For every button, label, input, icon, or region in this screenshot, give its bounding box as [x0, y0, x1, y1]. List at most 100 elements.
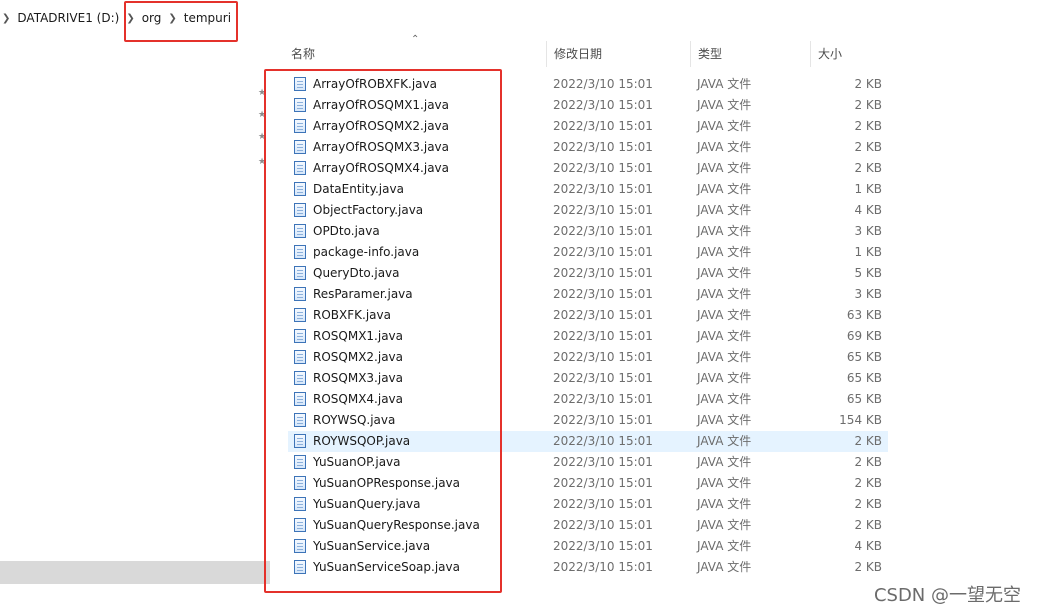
- file-modified-date: 2022/3/10 15:01: [553, 266, 653, 280]
- chevron-right-icon[interactable]: ❯: [161, 13, 183, 24]
- breadcrumb-drive[interactable]: DATADRIVE1 (D:): [17, 11, 119, 25]
- file-type: JAVA 文件: [697, 77, 752, 91]
- breadcrumb-folder-tempuri[interactable]: tempuri: [184, 11, 231, 25]
- chevron-right-icon[interactable]: ❯: [0, 13, 17, 24]
- file-modified-date: 2022/3/10 15:01: [553, 455, 653, 469]
- file-row[interactable]: ROSQMX1.java 2022/3/10 15:01 JAVA 文件 69 KB: [288, 326, 888, 347]
- file-row[interactable]: package-info.java 2022/3/10 15:01 JAVA 文件 1…: [288, 242, 888, 263]
- file-row[interactable]: YuSuanOP.java 2022/3/10 15:01 JAVA 文件 2 KB: [288, 452, 888, 473]
- file-row[interactable]: QueryDto.java 2022/3/10 15:01 JAVA 文件 5 KB: [288, 263, 888, 284]
- java-file-icon: [294, 266, 306, 280]
- file-row[interactable]: ArrayOfROBXFK.java 2022/3/10 15:01 JAVA 文件…: [288, 74, 888, 95]
- file-row[interactable]: YuSuanService.java 2022/3/10 15:01 JAVA 文件…: [288, 536, 888, 557]
- file-name: ROSQMX1.java: [313, 329, 404, 343]
- file-row[interactable]: ROSQMX2.java 2022/3/10 15:01 JAVA 文件 65 KB: [288, 347, 888, 368]
- column-header-type[interactable]: 类型: [690, 41, 810, 67]
- file-row[interactable]: ROSQMX4.java 2022/3/10 15:01 JAVA 文件 65 KB: [288, 389, 888, 410]
- navigation-pane[interactable]: ★ ★ ★ ★: [0, 36, 272, 615]
- file-row[interactable]: ArrayOfROSQMX2.java 2022/3/10 15:01 JAVA 文…: [288, 116, 888, 137]
- file-modified-date: 2022/3/10 15:01: [553, 308, 653, 322]
- java-file-icon: [294, 119, 306, 133]
- file-row[interactable]: YuSuanQueryResponse.java 2022/3/10 15:01 J…: [288, 515, 888, 536]
- java-file-icon: [294, 140, 306, 154]
- java-file-icon: [294, 203, 306, 217]
- file-name: ROYWSQOP.java: [313, 434, 411, 448]
- file-size: 63 KB: [846, 308, 882, 322]
- java-file-icon: [294, 371, 306, 385]
- file-row[interactable]: YuSuanOPResponse.java 2022/3/10 15:01 JAVA…: [288, 473, 888, 494]
- pin-icon: ★: [258, 110, 267, 120]
- java-file-icon: [294, 350, 306, 364]
- file-size: 2 KB: [854, 518, 882, 532]
- java-file-icon: [294, 497, 306, 511]
- file-modified-date: 2022/3/10 15:01: [553, 497, 653, 511]
- breadcrumb: ❯ DATADRIVE1 (D:) ❯ org ❯ tempuri: [0, 0, 1037, 36]
- file-type: JAVA 文件: [697, 266, 752, 280]
- file-name: OPDto.java: [313, 224, 380, 238]
- file-name: QueryDto.java: [313, 266, 400, 280]
- java-file-icon: [294, 392, 306, 406]
- file-type: JAVA 文件: [697, 413, 752, 427]
- file-modified-date: 2022/3/10 15:01: [553, 392, 653, 406]
- java-file-icon: [294, 245, 306, 259]
- file-type: JAVA 文件: [697, 350, 752, 364]
- file-name: ArrayOfROSQMX4.java: [313, 161, 450, 175]
- file-type: JAVA 文件: [697, 371, 752, 385]
- file-size: 2 KB: [854, 140, 882, 154]
- file-row[interactable]: ArrayOfROSQMX3.java 2022/3/10 15:01 JAVA 文…: [288, 137, 888, 158]
- file-type: JAVA 文件: [697, 224, 752, 238]
- file-modified-date: 2022/3/10 15:01: [553, 518, 653, 532]
- file-size: 1 KB: [854, 182, 882, 196]
- file-name: ResParamer.java: [313, 287, 413, 301]
- java-file-icon: [294, 539, 306, 553]
- java-file-icon: [294, 329, 306, 343]
- file-row[interactable]: ArrayOfROSQMX1.java 2022/3/10 15:01 JAVA 文…: [288, 95, 888, 116]
- java-file-icon: [294, 476, 306, 490]
- java-file-icon: [294, 308, 306, 322]
- nav-selected-item[interactable]: [0, 561, 270, 584]
- file-size: 2 KB: [854, 497, 882, 511]
- file-modified-date: 2022/3/10 15:01: [553, 329, 653, 343]
- file-name: ArrayOfROSQMX3.java: [313, 140, 450, 154]
- chevron-right-icon[interactable]: ❯: [119, 13, 141, 24]
- file-modified-date: 2022/3/10 15:01: [553, 350, 653, 364]
- file-row[interactable]: YuSuanServiceSoap.java 2022/3/10 15:01 JAV…: [288, 557, 888, 578]
- file-type: JAVA 文件: [697, 560, 752, 574]
- file-row[interactable]: ROYWSQ.java 2022/3/10 15:01 JAVA 文件 154 KB: [288, 410, 888, 431]
- pin-icon: ★: [258, 157, 267, 167]
- file-row[interactable]: DataEntity.java 2022/3/10 15:01 JAVA 文件 1 K…: [288, 179, 888, 200]
- column-header-size[interactable]: 大小: [810, 41, 890, 67]
- file-modified-date: 2022/3/10 15:01: [553, 140, 653, 154]
- java-file-icon: [294, 77, 306, 91]
- column-header-modified[interactable]: 修改日期: [546, 41, 690, 67]
- file-row[interactable]: OPDto.java 2022/3/10 15:01 JAVA 文件 3 KB: [288, 221, 888, 242]
- file-modified-date: 2022/3/10 15:01: [553, 203, 653, 217]
- file-row[interactable]: ArrayOfROSQMX4.java 2022/3/10 15:01 JAVA 文…: [288, 158, 888, 179]
- file-row[interactable]: ResParamer.java 2022/3/10 15:01 JAVA 文件 3 K…: [288, 284, 888, 305]
- file-size: 2 KB: [854, 434, 882, 448]
- file-row[interactable]: ROYWSQOP.java 2022/3/10 15:01 JAVA 文件 2 KB: [288, 431, 888, 452]
- file-size: 3 KB: [854, 224, 882, 238]
- file-name: DataEntity.java: [313, 182, 404, 196]
- file-name: ROSQMX2.java: [313, 350, 404, 364]
- file-type: JAVA 文件: [697, 539, 752, 553]
- file-name: ROBXFK.java: [313, 308, 391, 322]
- file-size: 65 KB: [846, 350, 882, 364]
- file-row[interactable]: YuSuanQuery.java 2022/3/10 15:01 JAVA 文件 2 …: [288, 494, 888, 515]
- file-row[interactable]: ObjectFactory.java 2022/3/10 15:01 JAVA 文件…: [288, 200, 888, 221]
- file-row[interactable]: ROBXFK.java 2022/3/10 15:01 JAVA 文件 63 KB: [288, 305, 888, 326]
- file-size: 3 KB: [854, 287, 882, 301]
- file-modified-date: 2022/3/10 15:01: [553, 98, 653, 112]
- file-row[interactable]: ROSQMX3.java 2022/3/10 15:01 JAVA 文件 65 KB: [288, 368, 888, 389]
- file-name: YuSuanService.java: [313, 539, 431, 553]
- file-type: JAVA 文件: [697, 518, 752, 532]
- java-file-icon: [294, 518, 306, 532]
- pin-icon: ★: [258, 132, 267, 142]
- column-header-name[interactable]: 名称: [284, 41, 546, 67]
- file-type: JAVA 文件: [697, 476, 752, 490]
- watermark: CSDN @一望无空: [873, 585, 1021, 606]
- breadcrumb-folder-org[interactable]: org: [142, 11, 162, 25]
- file-modified-date: 2022/3/10 15:01: [553, 287, 653, 301]
- file-modified-date: 2022/3/10 15:01: [553, 539, 653, 553]
- file-modified-date: 2022/3/10 15:01: [553, 413, 653, 427]
